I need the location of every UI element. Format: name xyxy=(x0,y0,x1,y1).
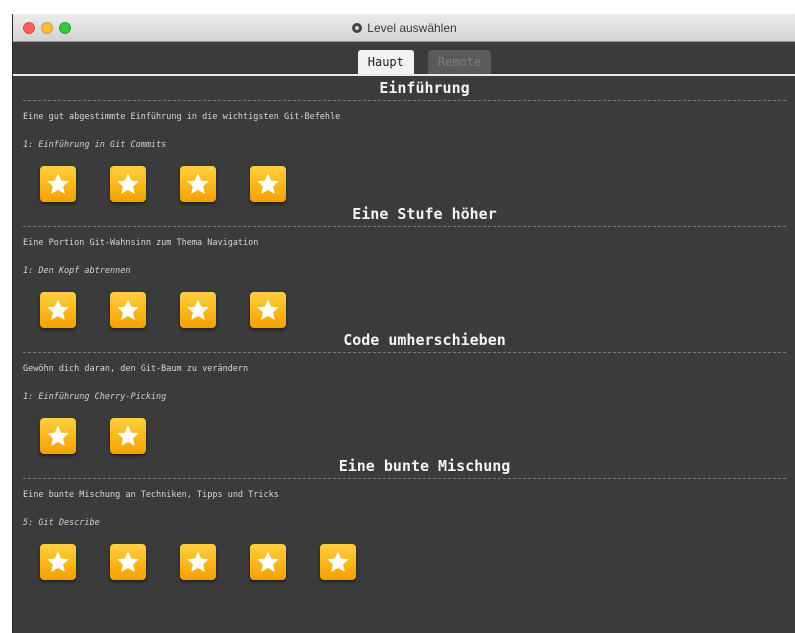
star-icon xyxy=(186,172,210,196)
star-icon xyxy=(186,298,210,322)
level-buttons xyxy=(23,166,786,202)
star-icon xyxy=(256,298,280,322)
level-star-button[interactable] xyxy=(40,544,76,580)
app-window: Level auswählen Haupt Remote Einführung … xyxy=(12,14,795,633)
star-icon xyxy=(186,550,210,574)
current-level-name: 1: Einführung in Git Commits xyxy=(23,140,167,150)
section-description: Eine Portion Git-Wahnsinn zum Thema Navi… xyxy=(23,238,259,248)
settings-icon xyxy=(352,23,363,33)
section-description: Eine gut abgestimmte Einführung in die w… xyxy=(23,112,341,122)
star-icon xyxy=(116,550,140,574)
level-star-button[interactable] xyxy=(250,544,286,580)
title-bar: Level auswählen xyxy=(13,14,795,42)
current-level-name: 5: Git Describe xyxy=(23,518,100,528)
star-icon xyxy=(46,172,70,196)
section-einfuehrung: Einführung Eine gut abgestimmte Einführu… xyxy=(23,76,786,202)
section-description: Gewöhn dich daran, den Git-Baum zu verän… xyxy=(23,364,249,374)
level-star-button[interactable] xyxy=(40,166,76,202)
section-description: Eine bunte Mischung an Techniken, Tipps … xyxy=(23,490,279,500)
level-sections: Einführung Eine gut abgestimmte Einführu… xyxy=(13,76,795,580)
current-level-name: 1: Den Kopf abtrennen xyxy=(23,266,131,276)
star-icon xyxy=(46,550,70,574)
level-star-button[interactable] xyxy=(180,166,216,202)
star-icon xyxy=(46,424,70,448)
level-star-button[interactable] xyxy=(250,292,286,328)
current-level-name: 1: Einführung Cherry-Picking xyxy=(23,392,167,402)
window-title: Level auswählen xyxy=(367,21,457,35)
tab-haupt[interactable]: Haupt xyxy=(357,50,414,74)
section-title: Eine bunte Mischung xyxy=(23,454,786,479)
level-star-button[interactable] xyxy=(320,544,356,580)
level-star-button[interactable] xyxy=(180,544,216,580)
level-star-button[interactable] xyxy=(110,544,146,580)
star-icon xyxy=(326,550,350,574)
star-icon xyxy=(46,298,70,322)
level-star-button[interactable] xyxy=(110,292,146,328)
level-buttons xyxy=(23,292,786,328)
level-star-button[interactable] xyxy=(110,166,146,202)
star-icon xyxy=(116,424,140,448)
section-eine-bunte-mischung: Eine bunte Mischung Eine bunte Mischung … xyxy=(23,454,786,580)
level-star-button[interactable] xyxy=(40,418,76,454)
section-title: Code umherschieben xyxy=(23,328,786,353)
level-buttons xyxy=(23,544,786,580)
level-star-button[interactable] xyxy=(180,292,216,328)
level-star-button[interactable] xyxy=(40,292,76,328)
section-title: Eine Stufe höher xyxy=(23,202,786,227)
tab-remote[interactable]: Remote xyxy=(427,50,492,74)
star-icon xyxy=(116,172,140,196)
section-eine-stufe-hoeher: Eine Stufe höher Eine Portion Git-Wahnsi… xyxy=(23,202,786,328)
window-title-group: Level auswählen xyxy=(13,14,795,42)
level-star-button[interactable] xyxy=(250,166,286,202)
level-tabs: Haupt Remote xyxy=(13,42,795,76)
level-star-button[interactable] xyxy=(110,418,146,454)
star-icon xyxy=(256,550,280,574)
star-icon xyxy=(116,298,140,322)
section-title: Einführung xyxy=(23,76,786,101)
star-icon xyxy=(256,172,280,196)
level-buttons xyxy=(23,418,786,454)
section-code-umherschieben: Code umherschieben Gewöhn dich daran, de… xyxy=(23,328,786,454)
